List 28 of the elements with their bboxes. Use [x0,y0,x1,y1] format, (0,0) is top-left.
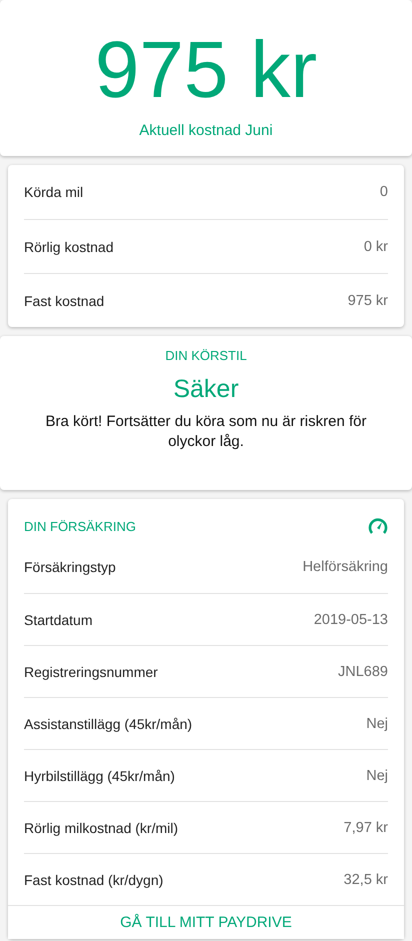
row-value: 0 kr [364,238,388,254]
row-label: Fast kostnad (kr/dygn) [24,872,164,888]
row-label: Körda mil [24,184,84,200]
paydrive-link-button[interactable]: GÅ TILL MITT PAYDRIVE [8,905,404,939]
row-label: Försäkringstyp [24,559,116,575]
row-value: 2019-05-13 [314,612,388,628]
row-value: JNL689 [338,664,388,680]
total-amount: 975 kr [94,30,318,110]
row-value: Nej [366,716,388,732]
row-value: 0 [380,184,388,200]
row-label: Rörlig kostnad [24,238,114,254]
row-value: Nej [366,768,388,784]
amount-caption: Aktuell kostnad Juni [139,122,273,139]
row-label: Registreringsnummer [24,664,158,680]
section-heading: DIN KÖRSTIL [165,348,247,363]
row-value: 975 kr [348,292,388,308]
row-label: Fast kostnad [24,292,104,308]
row-value: 32,5 kr [344,872,388,888]
style-message: Bra kört! Fortsätter du köra som nu är riskren för olyckor låg. [44,412,368,452]
row-label: Hyrbilstillägg (45kr/mån) [24,768,175,784]
row-label: Assistanstillägg (45kr/mån) [24,716,192,732]
style-rating: Säker [173,375,239,404]
row-label: Startdatum [24,612,92,628]
row-label: Rörlig milkostnad (kr/mil) [24,820,178,836]
section-heading: DIN FÖRSÄKRING [24,518,136,534]
row-value: 7,97 kr [344,820,388,836]
row-value: Helförsäkring [302,559,388,575]
speedometer-icon [368,517,388,535]
